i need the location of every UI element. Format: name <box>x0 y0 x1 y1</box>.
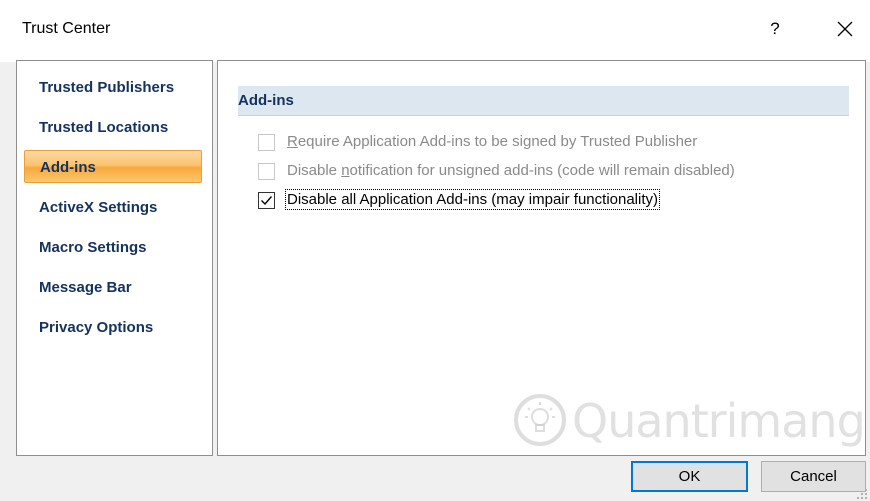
watermark-text: Quantrimang <box>572 394 866 448</box>
disable-notification-checkbox[interactable] <box>258 163 275 180</box>
sidebar-item-privacy-options[interactable]: Privacy Options <box>24 311 202 344</box>
disable-notification-label[interactable]: Disable notification for unsigned add-in… <box>287 162 735 179</box>
require-signed-addins-label[interactable]: Require Application Add-ins to be signed… <box>287 133 697 150</box>
close-icon <box>837 21 853 37</box>
section-header: Add-ins <box>238 86 849 116</box>
disable-all-addins-checkbox[interactable] <box>258 192 275 209</box>
title-bar: Trust Center ? <box>0 0 870 62</box>
checkmark-icon <box>261 196 273 206</box>
sidebar-item-macro-settings[interactable]: Macro Settings <box>24 231 202 264</box>
disable-all-addins-label[interactable]: Disable all Application Add-ins (may imp… <box>284 189 661 210</box>
close-button[interactable] <box>828 14 862 44</box>
resize-grip-icon[interactable] <box>856 488 868 500</box>
cancel-button[interactable]: Cancel <box>761 461 866 492</box>
sidebar-item-trusted-publishers[interactable]: Trusted Publishers <box>24 71 202 104</box>
ok-button[interactable]: OK <box>631 461 748 492</box>
section-title: Add-ins <box>238 92 294 109</box>
window-title: Trust Center <box>22 20 111 37</box>
help-button[interactable]: ? <box>760 14 790 44</box>
watermark: Quantrimang <box>510 388 866 458</box>
sidebar-item-trusted-locations[interactable]: Trusted Locations <box>24 111 202 144</box>
sidebar-item-message-bar[interactable]: Message Bar <box>24 271 202 304</box>
require-signed-addins-checkbox[interactable] <box>258 134 275 151</box>
sidebar-item-add-ins[interactable]: Add-ins <box>24 150 202 183</box>
lightbulb-logo-icon <box>514 394 566 446</box>
sidebar-item-activex-settings[interactable]: ActiveX Settings <box>24 191 202 224</box>
trust-center-sidebar: Trusted Publishers Trusted Locations Add… <box>16 60 213 456</box>
